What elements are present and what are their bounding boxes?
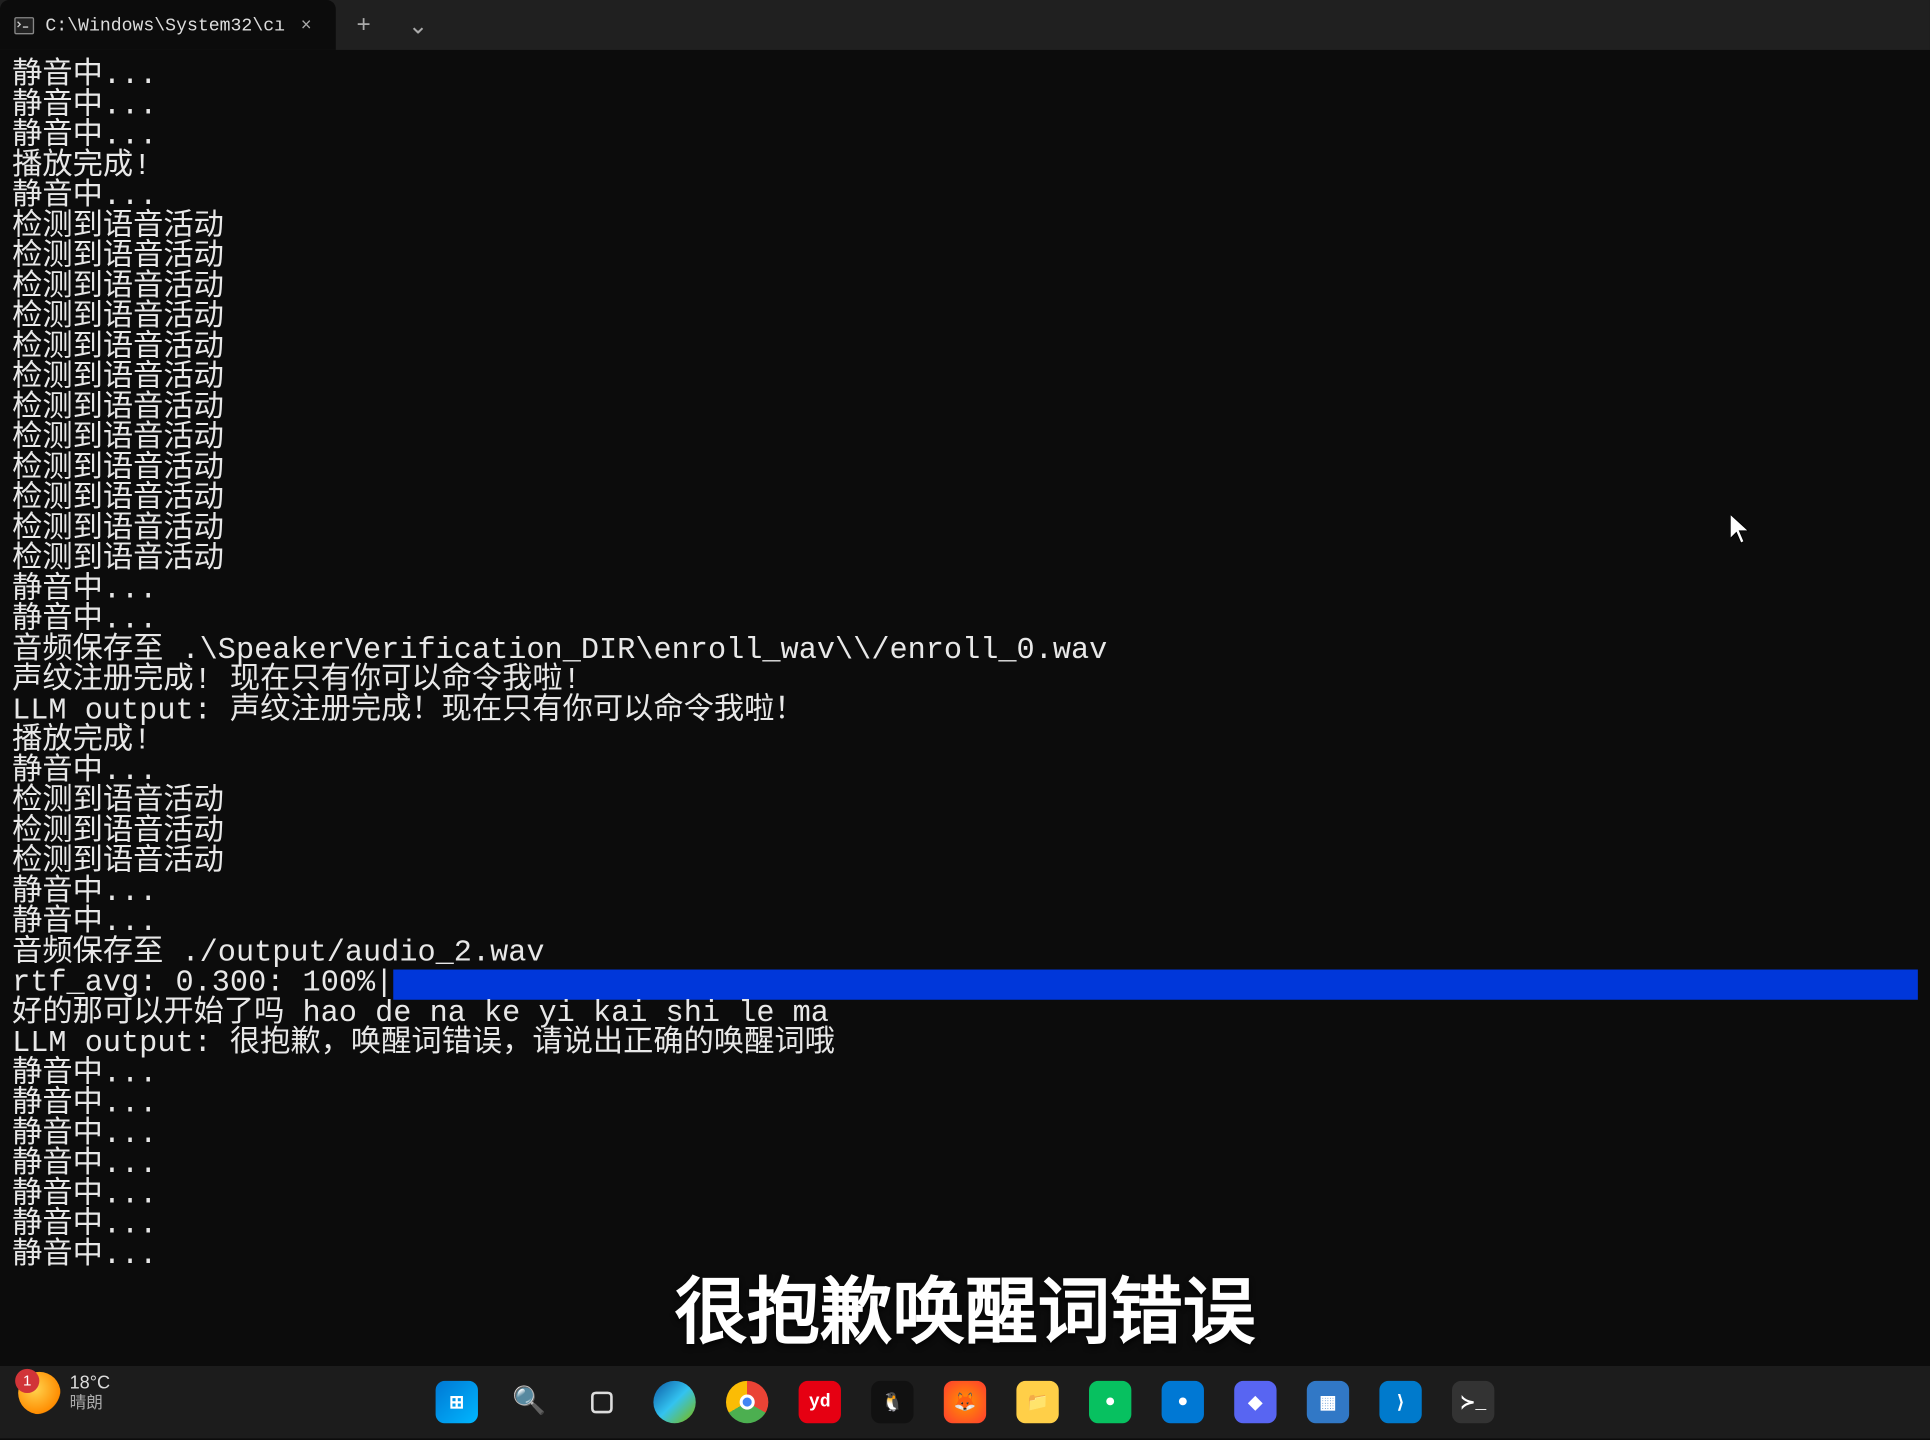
title-bar: C:\Windows\System32\cı × + ⌄ [0, 0, 1930, 50]
taskbar-terminal-button[interactable]: ≻_ [1443, 1372, 1504, 1433]
terminal-tab-icon [12, 13, 36, 37]
terminal-line: 检测到语音活动 [12, 849, 1918, 879]
tab-actions: + ⌄ [336, 0, 445, 50]
terminal-line: 播放完成! [12, 153, 1918, 183]
terminal-line: 检测到语音活动 [12, 818, 1918, 848]
terminal-line: 静音中... [12, 123, 1918, 153]
terminal-line: 检测到语音活动 [12, 365, 1918, 395]
terminal-line: 检测到语音活动 [12, 213, 1918, 243]
notification-badge: 1 [15, 1369, 39, 1393]
terminal-line: 静音中... [12, 909, 1918, 939]
terminal-line: 检测到语音活动 [12, 455, 1918, 485]
taskbar-explorer-button[interactable]: 📁 [1007, 1372, 1068, 1433]
taskbar-vscode-button[interactable]: ⟩ [1370, 1372, 1431, 1433]
taskbar-firefox-button[interactable]: 🦊 [935, 1372, 996, 1433]
new-tab-button[interactable]: + [336, 0, 390, 50]
app1-icon: ◆ [1234, 1381, 1276, 1423]
terminal-line: 检测到语音活动 [12, 486, 1918, 516]
taskbar-app1-button[interactable]: ◆ [1225, 1372, 1286, 1433]
task-view-icon: ▢ [581, 1381, 623, 1423]
taskbar-youdao-button[interactable]: yd [790, 1372, 851, 1433]
app2-icon: ▦ [1307, 1381, 1349, 1423]
explorer-icon: 📁 [1016, 1381, 1058, 1423]
terminal-line: LLM output: 很抱歉，唤醒词错误，请说出正确的唤醒词哦 [12, 1030, 1918, 1060]
terminal-line: 静音中... [12, 1151, 1918, 1181]
chrome-icon [726, 1381, 768, 1423]
terminal-line: 检测到语音活动 [12, 244, 1918, 274]
firefox-icon: 🦊 [944, 1381, 986, 1423]
terminal-line: 静音中... [12, 758, 1918, 788]
terminal-line: 好的那可以开始了吗 hao de na ke yi kai shi le ma [12, 1000, 1918, 1030]
taskbar-task-view-button[interactable]: ▢ [572, 1372, 633, 1433]
terminal-line: 检测到语音活动 [12, 516, 1918, 546]
start-icon: ⊞ [436, 1381, 478, 1423]
terminal-line: 检测到语音活动 [12, 425, 1918, 455]
vscode-icon: ⟩ [1379, 1381, 1421, 1423]
terminal-line: 静音中... [12, 183, 1918, 213]
taskbar-edge-button[interactable] [644, 1372, 705, 1433]
taskbar-search-button[interactable]: 🔍 [499, 1372, 559, 1433]
youdao-icon: yd [799, 1381, 841, 1423]
tab-title: C:\Windows\System32\cı [45, 14, 285, 35]
subtitle-overlay: 很抱歉唤醒词错误 [675, 1252, 1256, 1358]
wechat-icon: ● [1089, 1381, 1131, 1423]
terminal-tab[interactable]: C:\Windows\System32\cı × [0, 0, 336, 50]
terminal-line: 声纹注册完成! 现在只有你可以命令我啦! [12, 667, 1918, 697]
terminal-line: 静音中... [12, 1181, 1918, 1211]
weather-icon: 1 [18, 1372, 60, 1414]
terminal-line: 检测到语音活动 [12, 395, 1918, 425]
taskbar-chrome-button[interactable] [717, 1372, 778, 1433]
terminal-line: 静音中... [12, 1091, 1918, 1121]
taskbar-app2-button[interactable]: ▦ [1298, 1372, 1359, 1433]
tab-dropdown-button[interactable]: ⌄ [391, 0, 445, 50]
progress-line: rtf_avg: 0.300: 100%| [12, 970, 1918, 1000]
taskbar: 1 18°C 晴朗 ⊞ 🔍 ▢ yd 🐧 🦊 📁 ● ● ◆ ▦ ⟩ ≻_ [0, 1366, 1930, 1439]
terminal-line: 音频保存至 ./output/audio_2.wav [12, 939, 1918, 969]
weather-condition: 晴朗 [70, 1394, 111, 1412]
terminal-output[interactable]: 静音中...静音中...静音中...播放完成!静音中...检测到语音活动检测到语… [0, 50, 1930, 1272]
taskbar-apps: ⊞ 🔍 ▢ yd 🐧 🦊 📁 ● ● ◆ ▦ ⟩ ≻_ [427, 1372, 1504, 1433]
terminal-line: 静音中... [12, 1121, 1918, 1151]
weather-temp: 18°C [70, 1374, 111, 1394]
qq-icon: 🐧 [871, 1381, 913, 1423]
terminal-line: 静音中... [12, 879, 1918, 909]
terminal-line: 播放完成! [12, 728, 1918, 758]
taskbar-wechat-button[interactable]: ● [1080, 1372, 1141, 1433]
tencent-meeting-icon: ● [1162, 1381, 1204, 1423]
terminal-line: 静音中... [12, 1212, 1918, 1242]
terminal-line: 检测到语音活动 [12, 334, 1918, 364]
terminal-icon: ≻_ [1452, 1381, 1494, 1423]
terminal-line: 静音中... [12, 576, 1918, 606]
terminal-line: LLM output: 声纹注册完成！现在只有你可以命令我啦！ [12, 697, 1918, 727]
terminal-line: 检测到语音活动 [12, 546, 1918, 576]
search-icon: 🔍 [508, 1381, 550, 1423]
terminal-line: 检测到语音活动 [12, 274, 1918, 304]
terminal-line: 静音中... [12, 92, 1918, 122]
taskbar-tencent-meeting-button[interactable]: ● [1153, 1372, 1214, 1433]
terminal-line: 静音中... [12, 62, 1918, 92]
weather-widget[interactable]: 1 18°C 晴朗 [18, 1372, 110, 1414]
close-tab-button[interactable]: × [294, 13, 318, 37]
terminal-line: 静音中... [12, 1060, 1918, 1090]
edge-icon [653, 1381, 695, 1423]
taskbar-start-button[interactable]: ⊞ [427, 1372, 488, 1433]
taskbar-qq-button[interactable]: 🐧 [862, 1372, 923, 1433]
terminal-line: 音频保存至 .\SpeakerVerification_DIR\enroll_w… [12, 637, 1918, 667]
terminal-line: 检测到语音活动 [12, 788, 1918, 818]
terminal-line: 静音中... [12, 607, 1918, 637]
terminal-line: 检测到语音活动 [12, 304, 1918, 334]
